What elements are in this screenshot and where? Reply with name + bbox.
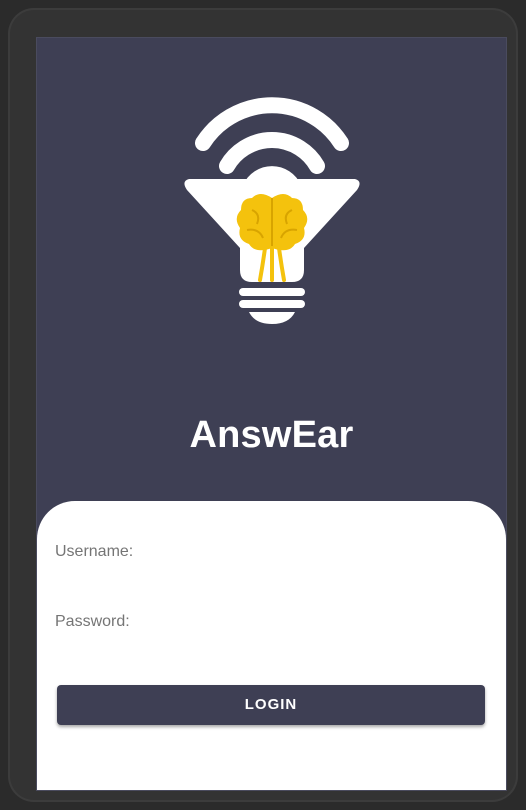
bulb-base-line-2 [239, 300, 305, 308]
password-label: Password: [55, 613, 130, 630]
login-button[interactable]: LOGIN [57, 685, 485, 725]
login-card: Username: Password: LOGIN [37, 501, 506, 790]
bulb-base-line-1 [239, 288, 305, 296]
password-field[interactable]: Password: [55, 613, 489, 657]
app-title: AnswEar [189, 414, 354, 456]
password-input[interactable] [55, 635, 489, 657]
bulb-base-tip [249, 312, 295, 324]
lightbulb-brain-signal-icon [184, 97, 360, 324]
username-label: Username: [55, 543, 134, 560]
device-frame: AnswEar Username: Password: LOGIN [8, 8, 518, 802]
username-field[interactable]: Username: [55, 543, 489, 587]
signal-arc-middle [219, 132, 325, 174]
app-screen: AnswEar Username: Password: LOGIN [36, 37, 507, 791]
username-input[interactable] [55, 565, 489, 587]
